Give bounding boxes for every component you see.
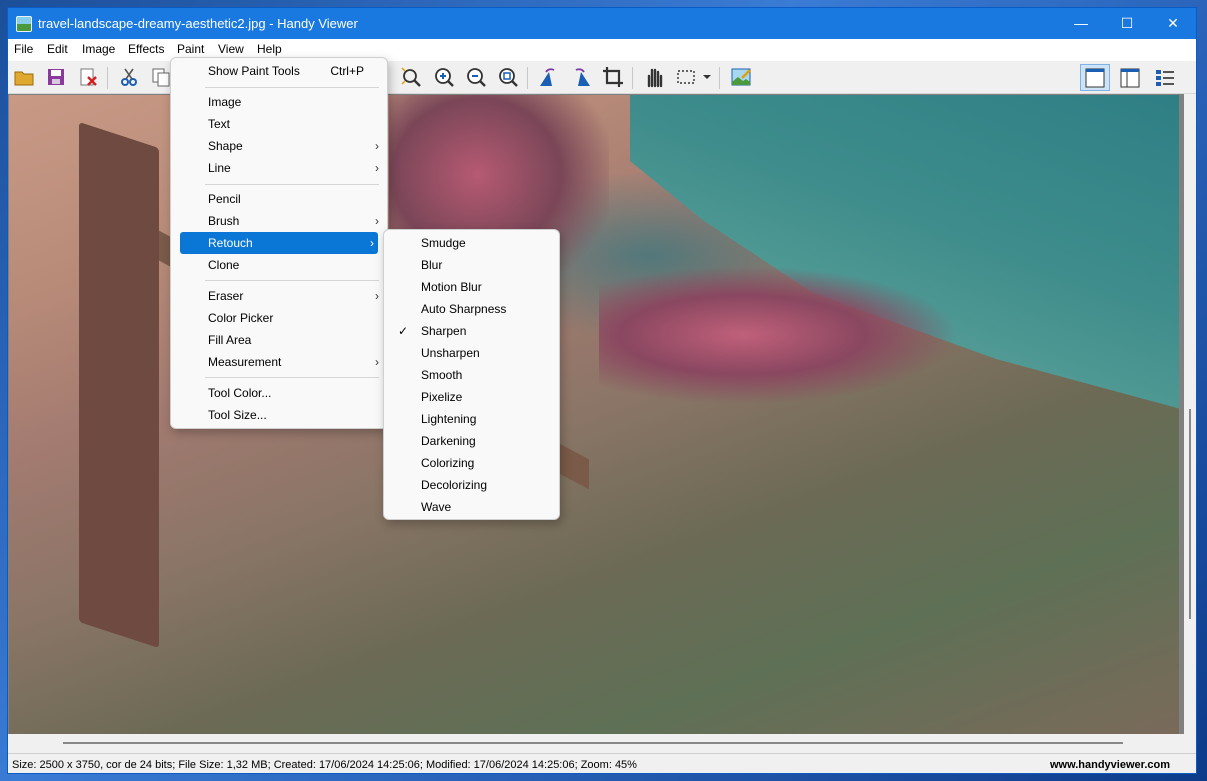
menu-paint[interactable]: Paint (176, 42, 206, 56)
open-folder-icon[interactable] (11, 65, 37, 89)
menu-brush-item[interactable]: Brush › (175, 210, 383, 232)
retouch-auto-sharpness[interactable]: Auto Sharpness (388, 298, 555, 320)
zoom-actual-icon[interactable] (495, 65, 521, 89)
retouch-decolorizing[interactable]: Decolorizing (388, 474, 555, 496)
menu-retouch-item[interactable]: Retouch › (180, 232, 378, 254)
layout-list-icon[interactable] (1150, 64, 1180, 91)
zoom-in-icon[interactable] (431, 65, 457, 89)
menu-measurement-item[interactable]: Measurement › (175, 351, 383, 373)
save-icon[interactable] (43, 65, 69, 89)
menu-effects[interactable]: Effects (127, 42, 165, 56)
dropdown-icon[interactable] (700, 65, 714, 89)
menu-shape-item[interactable]: Shape › (175, 135, 383, 157)
crop-icon[interactable] (600, 65, 626, 89)
menu-fill-area-item[interactable]: Fill Area (175, 329, 383, 351)
app-image-icon (16, 16, 32, 32)
retouch-motion-blur[interactable]: Motion Blur (388, 276, 555, 298)
close-button[interactable]: ✕ (1150, 8, 1196, 39)
chevron-right-icon: › (375, 289, 379, 303)
website-link[interactable]: www.handyviewer.com (1050, 759, 1170, 771)
menu-eraser-item[interactable]: Eraser › (175, 285, 383, 307)
layout-double-icon[interactable] (1115, 64, 1145, 91)
menu-tool-color-item[interactable]: Tool Color... (175, 382, 383, 404)
menu-color-picker-item[interactable]: Color Picker (175, 307, 383, 329)
retouch-smooth[interactable]: Smooth (388, 364, 555, 386)
menu-tool-size-item[interactable]: Tool Size... (175, 404, 383, 426)
title-bar[interactable]: travel-landscape-dreamy-aesthetic2.jpg -… (8, 8, 1196, 39)
hand-icon[interactable] (641, 65, 667, 89)
chevron-right-icon: › (370, 236, 374, 250)
menu-view[interactable]: View (217, 42, 245, 56)
chevron-right-icon: › (375, 355, 379, 369)
edit-image-icon[interactable] (728, 65, 754, 89)
zoom-fit-icon[interactable] (398, 65, 424, 89)
rotate-left-icon[interactable] (536, 65, 562, 89)
status-bar: Size: 2500 x 3750, cor de 24 bits; File … (8, 753, 1196, 773)
cut-icon[interactable] (116, 65, 142, 89)
chevron-right-icon: › (375, 161, 379, 175)
rotate-right-icon[interactable] (568, 65, 594, 89)
menu-help[interactable]: Help (256, 42, 283, 56)
paint-menu: Show Paint Tools Ctrl+P Image Text Shape… (170, 57, 388, 429)
menu-image[interactable]: Image (81, 42, 116, 56)
status-info: Size: 2500 x 3750, cor de 24 bits; File … (12, 759, 637, 771)
checkmark-icon: ✓ (398, 324, 409, 338)
horizontal-scrollbar[interactable] (8, 734, 1184, 751)
menu-pencil-item[interactable]: Pencil (175, 188, 383, 210)
retouch-pixelize[interactable]: Pixelize (388, 386, 555, 408)
menu-text-item[interactable]: Text (175, 113, 383, 135)
retouch-sharpen[interactable]: ✓ Sharpen (388, 320, 555, 342)
vertical-scrollbar[interactable] (1184, 94, 1196, 734)
menu-clone-item[interactable]: Clone (175, 254, 383, 276)
zoom-out-icon[interactable] (463, 65, 489, 89)
retouch-wave[interactable]: Wave (388, 496, 555, 518)
retouch-darkening[interactable]: Darkening (388, 430, 555, 452)
delete-icon[interactable] (75, 65, 101, 89)
menu-line-item[interactable]: Line › (175, 157, 383, 179)
select-rect-icon[interactable] (673, 65, 699, 89)
retouch-submenu: Smudge Blur Motion Blur Auto Sharpness ✓… (383, 229, 560, 520)
layout-single-icon[interactable] (1080, 64, 1110, 91)
chevron-right-icon: › (375, 139, 379, 153)
chevron-right-icon: › (375, 214, 379, 228)
minimize-button[interactable]: — (1058, 8, 1104, 39)
menu-image-item[interactable]: Image (175, 91, 383, 113)
menu-file[interactable]: File (13, 42, 34, 56)
maximize-button[interactable]: ☐ (1104, 8, 1150, 39)
menu-edit[interactable]: Edit (46, 42, 69, 56)
retouch-colorizing[interactable]: Colorizing (388, 452, 555, 474)
retouch-unsharpen[interactable]: Unsharpen (388, 342, 555, 364)
retouch-lightening[interactable]: Lightening (388, 408, 555, 430)
retouch-blur[interactable]: Blur (388, 254, 555, 276)
menu-show-paint-tools[interactable]: Show Paint Tools Ctrl+P (175, 60, 383, 82)
window-title: travel-landscape-dreamy-aesthetic2.jpg -… (38, 16, 358, 31)
retouch-smudge[interactable]: Smudge (388, 232, 555, 254)
